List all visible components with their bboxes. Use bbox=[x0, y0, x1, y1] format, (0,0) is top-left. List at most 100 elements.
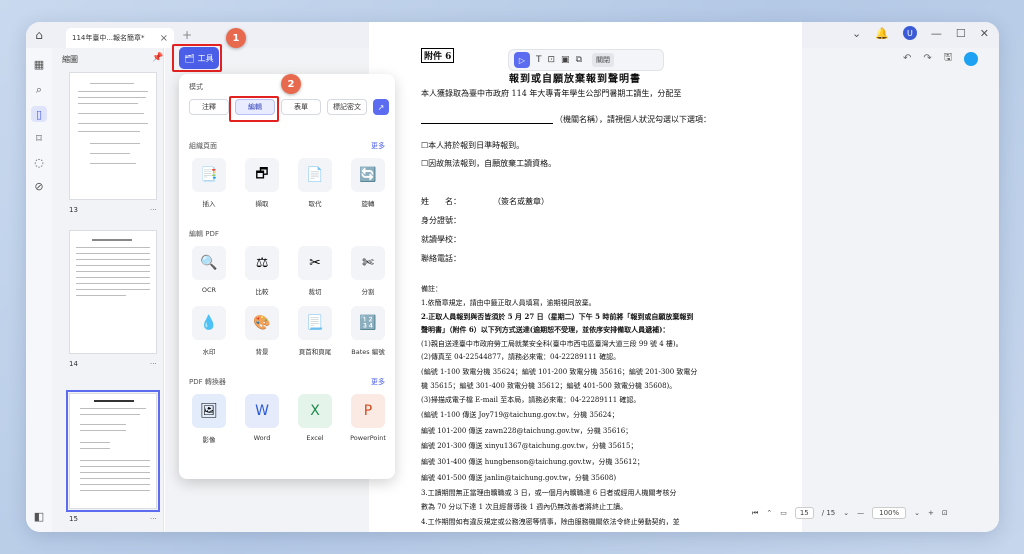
organize-more-link[interactable]: 更多 bbox=[371, 141, 385, 151]
bookmark-icon[interactable]: ⌑ bbox=[31, 130, 47, 146]
close-window-icon[interactable]: ✕ bbox=[980, 27, 989, 40]
tab-title: 114年臺中...報名簡章* bbox=[72, 34, 145, 42]
notes-title: 備註： bbox=[421, 285, 442, 293]
tool-background[interactable]: 🎨 背景 bbox=[242, 306, 282, 356]
text-tool-icon[interactable]: T bbox=[536, 55, 542, 65]
note-line: 聲明書」（附件 6）以下列方式送達(逾期恕不受理，並依序安排備取人員遞補)： bbox=[421, 325, 670, 334]
image-icon: 🖼 bbox=[192, 394, 226, 428]
tool-label: 分割 bbox=[361, 288, 375, 296]
left-rail: ▦ ⌕ ▯ ⌑ ◌ ⊘ ◧ bbox=[26, 48, 52, 532]
textbox-tool-icon[interactable]: ⊡ bbox=[548, 55, 556, 65]
step-badge-2: 2 bbox=[281, 74, 301, 94]
mode-annotate-button[interactable]: 注釋 bbox=[189, 99, 229, 115]
tool-split[interactable]: ✄ 分割 bbox=[348, 246, 388, 296]
mode-form-button[interactable]: 表單 bbox=[281, 99, 321, 115]
external-link-icon[interactable]: ↗ bbox=[373, 99, 389, 115]
tool-header-footer[interactable]: 📃 頁首和頁尾 bbox=[295, 306, 335, 356]
bottom-bar: ⏮ ⌃ ▭ 15 / 15 ⌄ — 100% ⌄ + ⊡ bbox=[752, 503, 992, 523]
chevron-down-icon[interactable]: ⌄ bbox=[852, 27, 861, 40]
close-tab-icon[interactable]: × bbox=[160, 33, 168, 44]
page-menu-icon[interactable]: ··· bbox=[150, 206, 157, 214]
highlight-box-tools bbox=[172, 44, 222, 72]
compare-icon: ⚖ bbox=[245, 246, 279, 280]
prev-page-icon[interactable]: ⌃ bbox=[766, 509, 772, 517]
attachment-icon[interactable]: ⊘ bbox=[31, 178, 47, 194]
tool-to-word[interactable]: W Word bbox=[242, 394, 282, 442]
note-line: 機 35615；編號 301-400 致電分機 35612；編號 401-500… bbox=[421, 382, 677, 390]
tool-to-image[interactable]: 🖼 影像 bbox=[189, 394, 229, 444]
tool-crop[interactable]: ✂ 裁切 bbox=[295, 246, 335, 296]
thumbnail-page-15[interactable] bbox=[66, 390, 160, 512]
thumbnail-page-14[interactable] bbox=[69, 230, 157, 354]
tool-to-powerpoint[interactable]: P PowerPoint bbox=[348, 394, 388, 442]
page-input[interactable]: 15 bbox=[794, 507, 814, 519]
word-icon: W bbox=[245, 394, 279, 428]
zoom-out-icon[interactable]: — bbox=[857, 509, 864, 517]
avatar[interactable]: U bbox=[902, 26, 917, 40]
replace-icon: 📄 bbox=[298, 158, 332, 192]
panel-toggle-icon[interactable]: ◧ bbox=[31, 508, 47, 524]
undo-icon[interactable]: ↶ bbox=[903, 53, 911, 64]
tool-bates[interactable]: 🔢 Bates 編號 bbox=[348, 306, 388, 356]
next-page-icon[interactable]: ⌄ bbox=[843, 509, 849, 517]
zoom-dropdown-icon[interactable]: ⌄ bbox=[914, 509, 920, 517]
grid-icon[interactable]: ▦ bbox=[31, 56, 47, 72]
page-menu-icon[interactable]: ··· bbox=[150, 515, 157, 523]
tool-watermark[interactable]: 💧 水印 bbox=[189, 306, 229, 356]
thumbnail-page-13[interactable] bbox=[69, 72, 157, 200]
right-work-area bbox=[802, 48, 999, 532]
new-tab-button[interactable]: + bbox=[182, 28, 192, 42]
highlight-box-edit bbox=[229, 96, 279, 122]
minimize-icon[interactable]: — bbox=[931, 27, 942, 40]
header-footer-icon: 📃 bbox=[298, 306, 332, 340]
tool-insert[interactable]: 📑 插入 bbox=[189, 158, 229, 208]
bell-icon[interactable]: 🔔 bbox=[875, 27, 889, 40]
comment-icon[interactable]: ◌ bbox=[31, 154, 47, 170]
mode-redact-button[interactable]: 標記密文 bbox=[327, 99, 367, 115]
thumbnails-icon[interactable]: ▯ bbox=[31, 106, 47, 122]
note-line: 編號 301-400 傳送 hungbenson@taichung.gov.tw… bbox=[421, 458, 644, 466]
redo-icon[interactable]: ↷ bbox=[923, 53, 931, 64]
tool-rotate[interactable]: 🔄 旋轉 bbox=[348, 158, 388, 208]
page-menu-icon[interactable]: ··· bbox=[150, 360, 157, 368]
tool-label: 插入 bbox=[202, 200, 216, 208]
tool-label: 影像 bbox=[202, 436, 216, 444]
zoom-level[interactable]: 100% bbox=[872, 507, 907, 519]
link-tool-icon[interactable]: ⧉ bbox=[576, 55, 582, 65]
tool-ocr[interactable]: 🔍 OCR bbox=[189, 246, 229, 294]
maximize-icon[interactable]: ☐ bbox=[956, 27, 966, 40]
tool-label: 水印 bbox=[202, 348, 216, 356]
field-school: 就讀學校： bbox=[421, 235, 461, 244]
convert-section-title: PDF 轉換器 bbox=[189, 378, 226, 386]
tool-extract[interactable]: 🗗 擷取 bbox=[242, 158, 282, 208]
tool-label: 背景 bbox=[255, 348, 269, 356]
tool-compare[interactable]: ⚖ 比較 bbox=[242, 246, 282, 296]
page-number: 15 bbox=[69, 515, 78, 523]
field-id: 身分證號： bbox=[421, 216, 461, 225]
close-toolbar-button[interactable]: 關閉 bbox=[592, 53, 614, 67]
zoom-in-icon[interactable]: + bbox=[928, 509, 934, 517]
note-line: 編號 201-300 傳送 xinyu1367@taichung.gov.tw，… bbox=[421, 442, 638, 450]
save-icon[interactable]: 🖫 bbox=[944, 50, 953, 67]
search-icon[interactable]: ⌕ bbox=[31, 82, 47, 98]
first-page-icon[interactable]: ⏮ bbox=[752, 509, 758, 518]
note-line: (編號 1-100 致電分機 35624；編號 101-200 致電分機 356… bbox=[421, 368, 698, 376]
document-tab[interactable]: 114年臺中...報名簡章* × bbox=[66, 28, 174, 48]
bates-icon: 🔢 bbox=[351, 306, 385, 340]
blank-underline bbox=[421, 114, 553, 124]
convert-more-link[interactable]: 更多 bbox=[371, 377, 385, 387]
page-total: / 15 bbox=[821, 509, 836, 517]
fit-page-icon[interactable]: ⊡ bbox=[942, 509, 948, 517]
presentation-icon[interactable]: ▭ bbox=[780, 509, 787, 517]
mode-row: 注釋 編輯 表單 標記密文 ↗ bbox=[189, 99, 389, 115]
note-line: (2)傳真至 04-22544877，請務必來電：04-22289111 確認。 bbox=[421, 353, 621, 361]
pin-icon[interactable]: 📌 bbox=[152, 53, 163, 63]
ai-assistant-icon[interactable] bbox=[964, 51, 979, 66]
select-tool-icon[interactable]: ▷ bbox=[514, 52, 530, 68]
tool-replace[interactable]: 📄 取代 bbox=[295, 158, 335, 208]
tool-label: 裁切 bbox=[308, 288, 322, 296]
tool-label: 比較 bbox=[255, 288, 269, 296]
image-tool-icon[interactable]: ▣ bbox=[561, 55, 570, 65]
home-icon[interactable]: ⌂ bbox=[26, 22, 52, 48]
tool-to-excel[interactable]: X Excel bbox=[295, 394, 335, 442]
